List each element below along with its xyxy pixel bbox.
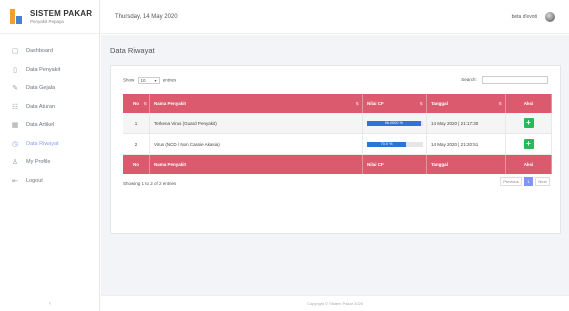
column-header-nama-penyakit[interactable]: Nama Penyakit ⇅	[150, 94, 363, 113]
column-header-tanggal[interactable]: Tanggal ⇅	[427, 94, 506, 113]
sidebar-item-data-aturan[interactable]: ☷ Data Aturan	[0, 98, 99, 117]
show-label: Show	[123, 77, 135, 83]
chevron-left-icon: ‹	[49, 301, 51, 307]
sidebar-nav: ▢ Dashboard ▯ Data Penyakit ✎ Data Gejal…	[0, 34, 99, 190]
column-header-aksi[interactable]: Aksi	[506, 94, 552, 113]
plus-icon: +	[526, 139, 531, 148]
monitor-icon: ▢	[11, 48, 19, 56]
column-footer-tanggal: Tanggal	[427, 155, 506, 174]
sidebar-item-label: Logout	[26, 177, 43, 184]
chevron-down-icon: ▾	[154, 78, 157, 83]
sort-icon: ⇅	[355, 101, 359, 106]
sidebar-item-label: Data Artikel	[26, 122, 55, 129]
sort-icon: ⇅	[498, 101, 502, 106]
edit-icon: ✎	[12, 85, 18, 93]
main-content: Data Riwayat Show 10 ▾ entries Search: N…	[101, 35, 569, 295]
sidebar-item-dashboard[interactable]: ▢ Dashboard	[0, 42, 99, 61]
page-length-control: Show 10 ▾ entries	[123, 77, 176, 84]
column-label: Nilai CF	[367, 101, 384, 106]
sort-icon: ⇅	[419, 101, 423, 106]
table-icon: ▦	[11, 122, 19, 130]
logout-icon: ⇤	[12, 177, 18, 185]
sidebar-item-data-riwayat[interactable]: ◷ Data Riwayat	[0, 135, 99, 154]
column-label: No	[133, 101, 139, 106]
row-aksi: +	[506, 113, 552, 133]
column-label: Tanggal	[431, 101, 448, 106]
table-row: 2 Virus (NCD / Non Cassie Akasia) 70.0 %…	[123, 134, 552, 155]
entries-label: entries	[162, 77, 177, 83]
page-length-select[interactable]: 10 ▾	[137, 77, 160, 84]
table-header: No ⇅ Nama Penyakit ⇅ Nilai CF ⇅ Tanggal ⇅ Ak…	[123, 94, 552, 113]
riwayat-table: No ⇅ Nama Penyakit ⇅ Nilai CF ⇅ Tanggal ⇅ Ak…	[123, 94, 552, 174]
sidebar-item-data-gejala[interactable]: ✎ Data Gejala	[0, 79, 99, 98]
row-no: 2	[123, 134, 150, 154]
logo-icon	[8, 8, 25, 25]
user-menu[interactable]: beta d'evoti	[511, 11, 555, 22]
sidebar-collapse-button[interactable]: ‹	[0, 301, 100, 307]
sidebar-item-label: Dashboard	[26, 48, 53, 55]
cf-progress-bar: 96.0000 %	[367, 120, 423, 126]
pagination: Previous 1 Next	[500, 177, 550, 186]
row-tanggal: 14 May 2020 | 21:20:51	[427, 134, 506, 154]
search-label: Search:	[461, 77, 477, 83]
footer: Copyright © Sistem Pakar 2020	[101, 295, 569, 311]
table-row: 1 Terkena Virus (Guard Penyakit) 96.0000…	[123, 113, 552, 134]
column-footer-no: No	[123, 155, 150, 174]
brand[interactable]: SISTEM PAKAR Penyakit Pepaya	[0, 0, 99, 34]
user-icon: ♙	[11, 159, 19, 167]
avatar	[545, 11, 555, 22]
row-penyakit: Virus (NCD / Non Cassie Akasia)	[150, 134, 363, 154]
row-penyakit: Terkena Virus (Guard Penyakit)	[150, 113, 363, 133]
next-page-button[interactable]: Next	[535, 177, 550, 186]
grid-icon: ☷	[11, 103, 19, 111]
cf-progress-fill: 70.0 %	[367, 141, 407, 147]
brand-subtitle: Penyakit Pepaya	[30, 19, 64, 24]
search-input[interactable]	[482, 76, 548, 84]
row-tanggal: 14 May 2020 | 21:17:30	[427, 113, 506, 133]
table-info: Showing 1 to 2 of 2 entries	[123, 181, 177, 186]
sidebar-item-label: Data Aturan	[26, 103, 56, 110]
sidebar-item-label: Data Gejala	[26, 85, 56, 92]
riwayat-card: Show 10 ▾ entries Search: No ⇅ Nama Penya…	[110, 65, 561, 234]
brand-title: SISTEM PAKAR	[30, 9, 93, 18]
sidebar-item-label: My Profile	[26, 159, 51, 166]
current-date: Thursday, 14 May 2020	[115, 13, 178, 20]
detail-button[interactable]: +	[523, 118, 534, 128]
previous-page-button[interactable]: Previous	[500, 177, 522, 186]
column-label: Aksi	[523, 101, 534, 106]
plus-icon: +	[526, 118, 531, 127]
column-header-nilai-cf[interactable]: Nilai CF ⇅	[363, 94, 427, 113]
row-nilai-cf: 70.0 %	[363, 134, 427, 154]
column-footer-aksi: Aksi	[506, 155, 552, 174]
sidebar-item-my-profile[interactable]: ♙ My Profile	[0, 153, 99, 172]
column-header-no[interactable]: No ⇅	[123, 94, 150, 113]
cf-progress-bar: 70.0 %	[367, 141, 423, 147]
column-label: Nama Penyakit	[154, 101, 187, 106]
page-length-value: 10	[140, 78, 146, 83]
sidebar: SISTEM PAKAR Penyakit Pepaya ▢ Dashboard…	[0, 0, 100, 311]
sidebar-item-logout[interactable]: ⇤ Logout	[0, 172, 99, 191]
row-nilai-cf: 96.0000 %	[363, 113, 427, 133]
table-footer-header: No Nama Penyakit Nilai CF Tanggal Aksi	[123, 155, 552, 174]
file-icon: ▯	[13, 66, 17, 74]
cf-progress-fill: 96.0000 %	[367, 120, 421, 126]
sidebar-item-label: Data Penyakit	[26, 66, 61, 73]
sort-icon: ⇅	[143, 101, 147, 106]
row-aksi: +	[506, 134, 552, 154]
history-icon: ◷	[11, 140, 19, 148]
sidebar-item-data-penyakit[interactable]: ▯ Data Penyakit	[0, 61, 99, 80]
column-footer-nama-penyakit: Nama Penyakit	[150, 155, 363, 174]
detail-button[interactable]: +	[523, 139, 534, 149]
search-control: Search:	[461, 76, 548, 84]
sidebar-item-data-artikel[interactable]: ▦ Data Artikel	[0, 116, 99, 135]
page-1-button[interactable]: 1	[524, 177, 533, 186]
sidebar-item-label: Data Riwayat	[26, 140, 59, 147]
column-footer-nilai-cf: Nilai CF	[363, 155, 427, 174]
row-no: 1	[123, 113, 150, 133]
topbar: Thursday, 14 May 2020 beta d'evoti	[101, 0, 569, 34]
page-title: Data Riwayat	[110, 46, 155, 55]
user-name: beta d'evoti	[511, 13, 537, 20]
